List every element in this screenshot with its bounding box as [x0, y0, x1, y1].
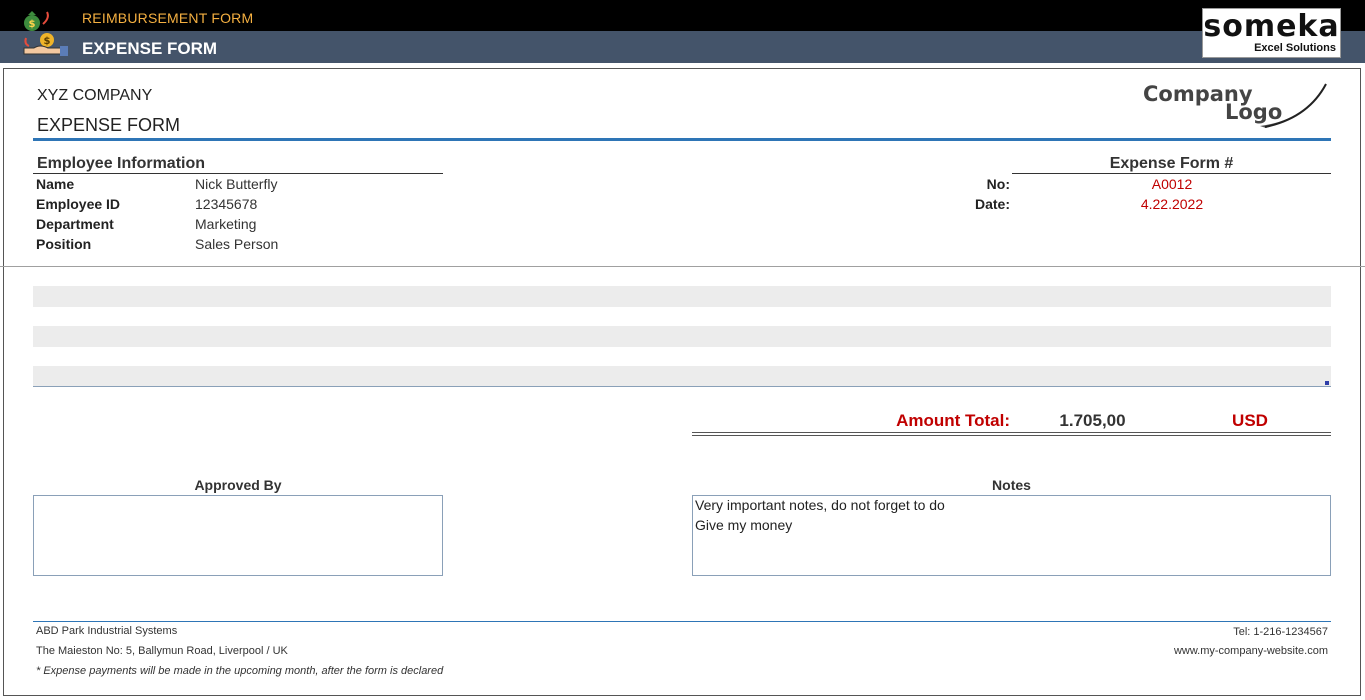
- brand-name: someka: [1203, 9, 1340, 44]
- notes-title: Notes: [992, 477, 1031, 493]
- brand-logo[interactable]: someka Excel Solutions: [1202, 8, 1341, 58]
- header-subtitle: REIMBURSEMENT FORM: [82, 10, 254, 26]
- money-bag-hand-icon: $ $: [23, 11, 68, 56]
- company-logo: Company Logo: [1140, 80, 1330, 132]
- total-rule-top: [692, 432, 1331, 433]
- footer-phone: Tel: 1-216-1234567: [1233, 626, 1328, 638]
- employee-position-value[interactable]: Sales Person: [195, 236, 278, 252]
- expense-row[interactable]: [33, 286, 1331, 307]
- expense-row[interactable]: [33, 326, 1331, 347]
- amount-total-value: 1.705,00: [1059, 411, 1126, 430]
- employee-id-value[interactable]: 12345678: [195, 196, 257, 212]
- form-number-title: Expense Form #: [1109, 155, 1234, 172]
- section-separator: [0, 266, 1365, 267]
- footer-address: The Maieston No: 5, Ballymun Road, Liver…: [36, 645, 288, 657]
- table-bottom-rule: [33, 386, 1331, 387]
- heading-rule: [33, 138, 1331, 141]
- form-date-value[interactable]: 4.22.2022: [1102, 196, 1242, 212]
- expense-row[interactable]: [33, 366, 1331, 387]
- notes-line: Very important notes, do not forget to d…: [695, 497, 945, 513]
- employee-section-title: Employee Information: [37, 155, 206, 172]
- brand-tagline: Excel Solutions: [1254, 42, 1336, 54]
- logo-text-logo: Logo: [1225, 100, 1283, 124]
- employee-department-value[interactable]: Marketing: [195, 216, 256, 232]
- employee-section-rule: [33, 173, 443, 174]
- employee-id-label: Employee ID: [36, 196, 121, 212]
- amount-total-currency: USD: [1232, 411, 1268, 430]
- approved-by-box[interactable]: [33, 495, 443, 576]
- employee-position-label: Position: [36, 236, 92, 252]
- footer-payment-note: * Expense payments will be made in the u…: [36, 665, 444, 677]
- employee-department-label: Department: [36, 216, 114, 232]
- form-no-value[interactable]: A0012: [1102, 176, 1242, 192]
- header-title: EXPENSE FORM: [82, 39, 218, 58]
- total-rule-bottom: [692, 435, 1331, 436]
- company-name: XYZ COMPANY: [37, 87, 153, 104]
- approved-by-title: Approved By: [194, 477, 282, 493]
- footer-rule: [33, 621, 1331, 622]
- svg-text:$: $: [29, 19, 36, 30]
- employee-name-value[interactable]: Nick Butterfly: [195, 176, 277, 192]
- form-no-label: No:: [986, 176, 1010, 192]
- form-date-label: Date:: [974, 196, 1010, 212]
- form-number-rule: [1012, 173, 1331, 174]
- svg-text:$: $: [44, 36, 51, 47]
- footer-company-name: ABD Park Industrial Systems: [36, 625, 178, 637]
- form-heading: EXPENSE FORM: [37, 115, 181, 135]
- employee-name-label: Name: [36, 176, 75, 192]
- notes-line: Give my money: [695, 517, 793, 533]
- table-resize-handle[interactable]: [1325, 381, 1329, 385]
- footer-website[interactable]: www.my-company-website.com: [1174, 645, 1328, 657]
- amount-total-label: Amount Total:: [896, 411, 1010, 430]
